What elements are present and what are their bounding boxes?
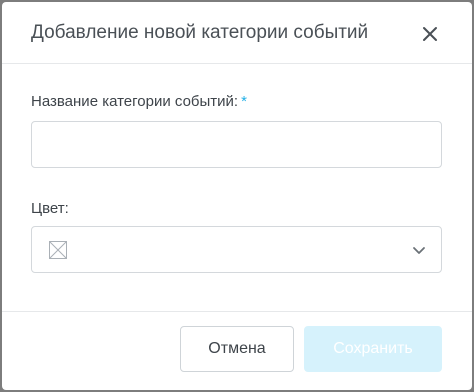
category-name-label: Название категории событий: * — [31, 93, 247, 110]
close-button[interactable] — [416, 20, 444, 48]
chevron-down-icon — [413, 247, 425, 254]
cancel-button[interactable]: Отмена — [180, 326, 294, 372]
add-event-category-dialog: Добавление новой категории событий Назва… — [2, 2, 472, 390]
dialog-footer: Отмена Сохранить — [2, 311, 472, 390]
dialog-title: Добавление новой категории событий — [31, 22, 369, 43]
required-mark: * — [241, 93, 247, 110]
dialog-header: Добавление новой категории событий — [2, 2, 472, 64]
dialog-body: Название категории событий: * Цвет: — [2, 64, 472, 311]
category-name-label-text: Название категории событий: — [31, 93, 239, 110]
color-label: Цвет: — [31, 200, 69, 217]
category-name-input[interactable] — [31, 121, 442, 168]
save-button[interactable]: Сохранить — [304, 326, 442, 372]
empty-swatch-icon — [49, 241, 67, 259]
close-icon — [423, 27, 437, 41]
color-select[interactable] — [31, 226, 442, 273]
